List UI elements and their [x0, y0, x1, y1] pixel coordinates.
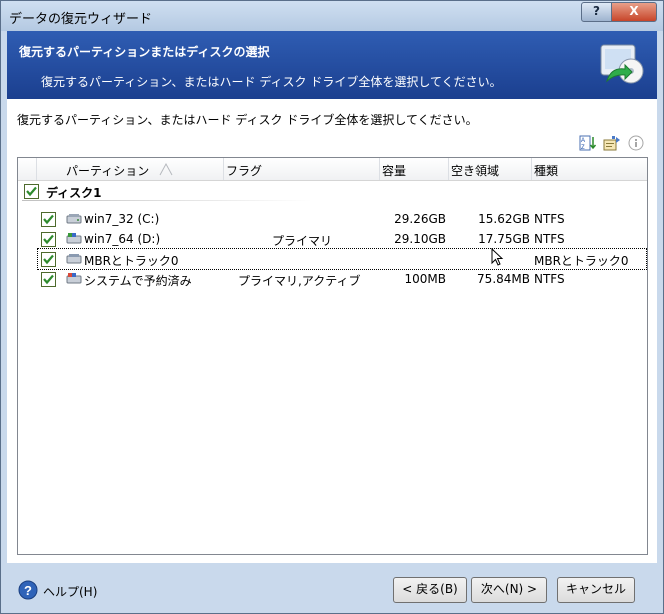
partition-checkbox[interactable]	[41, 252, 56, 267]
partition-name: MBRとトラック0	[84, 254, 179, 268]
properties-icon[interactable]	[603, 135, 621, 151]
next-button[interactable]: 次へ(N) >	[471, 577, 547, 603]
column-divider	[223, 158, 224, 180]
disk-separator	[22, 200, 312, 201]
partition-row[interactable]: MBRとトラック0 MBRとトラック0	[37, 248, 647, 270]
partition-flag: プライマリ,アクティブ	[238, 274, 361, 288]
checkmark-icon	[43, 214, 54, 225]
checkmark-icon	[43, 254, 54, 265]
partition-type: NTFS	[534, 232, 565, 246]
col-flag[interactable]: フラグ	[226, 162, 262, 179]
mbr-drive-icon	[66, 254, 82, 264]
sort-ascending-icon	[159, 162, 173, 176]
partition-list[interactable]: パーティション フラグ 容量 空き領域 種類 ディスク1 win7_32 (C:…	[17, 157, 648, 555]
instruction-text: 復元するパーティション、またはハード ディスク ドライブ全体を選択してください。	[17, 113, 478, 127]
back-button[interactable]: < 戻る(B)	[393, 577, 467, 603]
partition-name: win7_64 (D:)	[84, 232, 161, 246]
col-partition[interactable]: パーティション	[66, 162, 149, 179]
svg-text:?: ?	[24, 583, 32, 598]
partition-checkbox[interactable]	[41, 212, 56, 227]
partition-name: win7_32 (C:)	[84, 212, 160, 226]
wizard-window: データの復元ウィザード ? X 復元するパーティションまたはディスクの選択 復元…	[0, 0, 664, 614]
partition-checkbox[interactable]	[41, 232, 56, 247]
partition-capacity: 100MB	[404, 272, 447, 286]
col-type[interactable]: 種類	[534, 162, 558, 179]
info-icon[interactable]	[627, 135, 645, 151]
partition-free: 75.84MB	[477, 272, 530, 286]
col-free[interactable]: 空き領域	[451, 162, 499, 179]
restore-wizard-icon	[600, 44, 644, 84]
checkmark-icon	[43, 274, 54, 285]
column-divider	[531, 158, 532, 180]
checkmark-icon	[26, 186, 37, 197]
col-capacity[interactable]: 容量	[382, 162, 406, 179]
disk-label: ディスク1	[46, 186, 102, 200]
partition-name: システムで予約済み	[84, 274, 192, 288]
close-button[interactable]: X	[611, 2, 657, 22]
title-help-button[interactable]: ?	[581, 2, 612, 22]
partition-row[interactable]: win7_64 (D:) プライマリ 29.10GB 17.75GB NTFS	[18, 229, 647, 249]
partition-type: NTFS	[534, 272, 565, 286]
partition-free: 15.62GB	[478, 212, 530, 226]
partition-checkbox[interactable]	[41, 272, 56, 287]
partition-drive-icon	[66, 214, 82, 224]
partition-type: NTFS	[534, 212, 565, 226]
partition-capacity: 29.10GB	[394, 232, 446, 246]
title-bar: データの復元ウィザード ? X	[1, 1, 663, 31]
reserved-drive-icon	[66, 273, 82, 284]
wizard-header: 復元するパーティションまたはディスクの選択 復元するパーティション、またはハード…	[7, 31, 657, 99]
partition-free: 17.75GB	[478, 232, 530, 246]
column-header: パーティション フラグ 容量 空き領域 種類	[18, 158, 647, 181]
svg-text:A: A	[581, 138, 585, 144]
partition-flag: プライマリ	[272, 234, 333, 248]
column-divider	[36, 158, 37, 180]
column-divider	[448, 158, 449, 180]
svg-text:Z: Z	[581, 145, 585, 151]
header-subtitle: 復元するパーティション、またはハード ディスク ドライブ全体を選択してください。	[41, 75, 502, 89]
partition-type: MBRとトラック0	[534, 254, 629, 268]
window-title: データの復元ウィザード	[9, 12, 153, 27]
system-drive-icon	[66, 233, 82, 244]
content-area: 復元するパーティション、またはハード ディスク ドライブ全体を選択してください。…	[7, 99, 657, 563]
checkmark-icon	[43, 234, 54, 245]
sort-az-icon[interactable]: A Z	[579, 135, 597, 151]
disk-checkbox[interactable]	[24, 184, 39, 199]
help-icon[interactable]: ?	[18, 580, 38, 600]
partition-row[interactable]: win7_32 (C:) 29.26GB 15.62GB NTFS	[18, 209, 647, 229]
partition-capacity: 29.26GB	[394, 212, 446, 226]
header-title: 復元するパーティションまたはディスクの選択	[19, 45, 270, 59]
mouse-cursor-icon	[491, 248, 504, 266]
column-divider	[379, 158, 380, 180]
help-link[interactable]: ヘルプ(H)	[43, 583, 97, 600]
disk-row[interactable]: ディスク1	[18, 181, 647, 201]
partition-row[interactable]: システムで予約済み プライマリ,アクティブ 100MB 75.84MB NTFS	[18, 269, 647, 289]
cancel-button[interactable]: キャンセル	[557, 577, 635, 603]
